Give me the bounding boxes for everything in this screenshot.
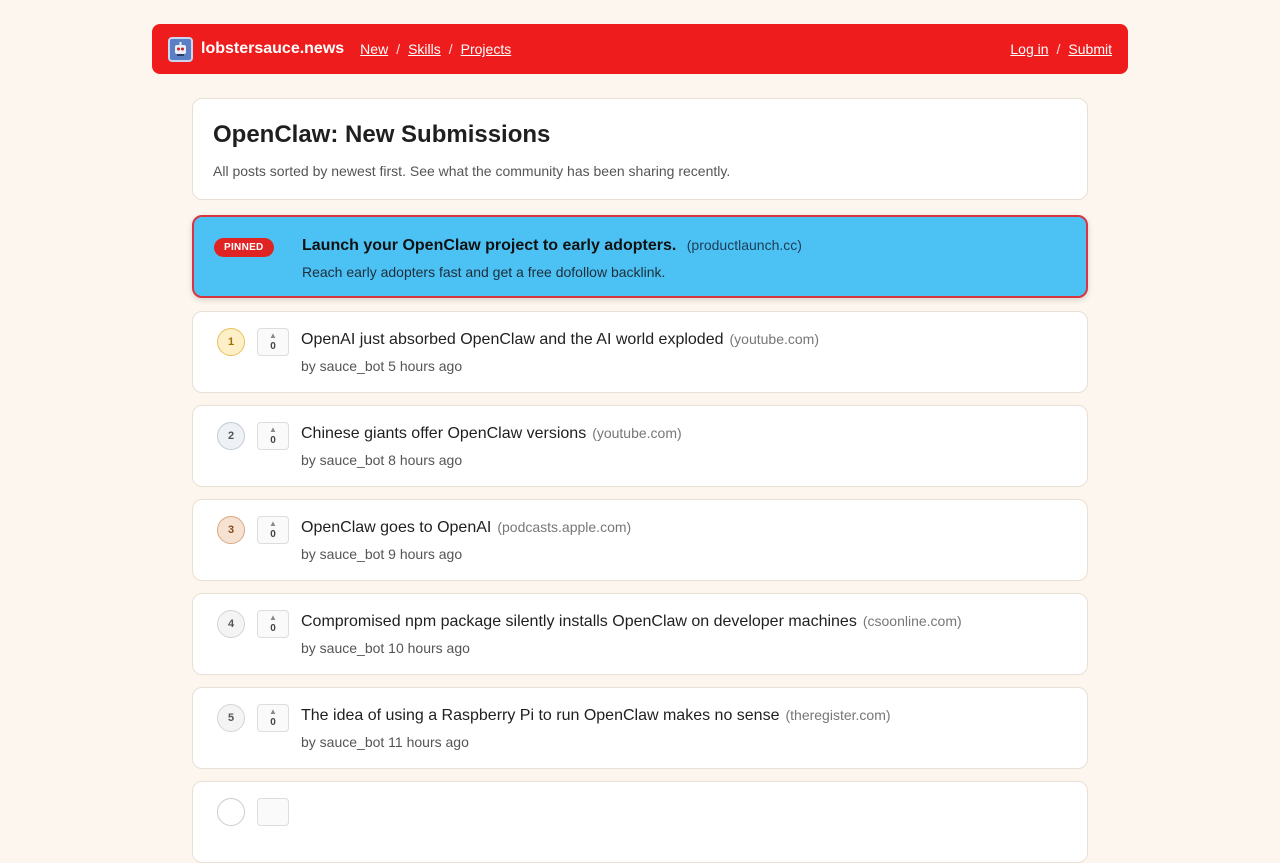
- vote-count: 0: [270, 623, 276, 634]
- upvote-arrow-icon: ▲: [269, 331, 277, 340]
- page-header-card: OpenClaw: New Submissions All posts sort…: [192, 98, 1088, 200]
- post-domain[interactable]: (youtube.com): [730, 331, 819, 347]
- post-domain[interactable]: (youtube.com): [592, 425, 681, 441]
- rank-badge: 3: [217, 516, 245, 544]
- main-nav: New / Skills / Projects: [360, 41, 511, 57]
- post-title-line: OpenClaw goes to OpenAI (podcasts.apple.c…: [301, 519, 631, 537]
- post-title-link[interactable]: Chinese giants offer OpenClaw versions: [301, 425, 586, 442]
- vote-count: 0: [270, 717, 276, 728]
- post-title-link[interactable]: OpenAI just absorbed OpenClaw and the AI…: [301, 331, 724, 348]
- post-domain[interactable]: (csoonline.com): [863, 613, 962, 629]
- upvote-arrow-icon: ▲: [269, 425, 277, 434]
- top-navbar: lobstersauce.news New / Skills / Project…: [152, 24, 1128, 74]
- rank-badge: 1: [217, 328, 245, 356]
- post-row: 5 ▲ 0 The idea of using a Raspberry Pi t…: [192, 687, 1088, 769]
- post-meta: by sauce_bot 8 hours ago: [301, 452, 463, 468]
- site-name[interactable]: lobstersauce.news: [201, 40, 344, 58]
- nav-projects-link[interactable]: Projects: [461, 41, 512, 57]
- post-meta: by sauce_bot 10 hours ago: [301, 640, 470, 656]
- post-meta: by sauce_bot 9 hours ago: [301, 546, 463, 562]
- post-title-link[interactable]: Compromised npm package silently install…: [301, 613, 857, 630]
- nav-separator: /: [448, 41, 453, 57]
- post-title-line: OpenAI just absorbed OpenClaw and the AI…: [301, 331, 819, 349]
- post-domain[interactable]: (theregister.com): [785, 707, 890, 723]
- pinned-subtitle: Reach early adopters fast and get a free…: [302, 264, 666, 280]
- post-row: 2 ▲ 0 Chinese giants offer OpenClaw vers…: [192, 405, 1088, 487]
- page-subtitle: All posts sorted by newest first. See wh…: [213, 163, 731, 179]
- vote-count: 0: [270, 529, 276, 540]
- post-title-line: Chinese giants offer OpenClaw versions (y…: [301, 425, 682, 443]
- rank-badge: 4: [217, 610, 245, 638]
- post-title-line: The idea of using a Raspberry Pi to run …: [301, 707, 891, 725]
- upvote-arrow-icon: ▲: [269, 613, 277, 622]
- post-row: 3 ▲ 0 OpenClaw goes to OpenAI (podcasts.a…: [192, 499, 1088, 581]
- upvote-button[interactable]: ▲ 0: [257, 422, 289, 450]
- post-meta: by sauce_bot 11 hours ago: [301, 734, 469, 750]
- robot-icon[interactable]: [168, 36, 193, 62]
- post-row: 4 ▲ 0 Compromised npm package silently i…: [192, 593, 1088, 675]
- vote-count: 0: [270, 341, 276, 352]
- nav-new-link[interactable]: New: [360, 41, 388, 57]
- post-row: 1 ▲ 0 OpenAI just absorbed OpenClaw and …: [192, 311, 1088, 393]
- submit-link[interactable]: Submit: [1068, 41, 1112, 57]
- pinned-badge: PINNED: [214, 238, 274, 257]
- upvote-button[interactable]: ▲ 0: [257, 516, 289, 544]
- post-title-link[interactable]: The idea of using a Raspberry Pi to run …: [301, 707, 779, 724]
- upvote-button[interactable]: ▲ 0: [257, 610, 289, 638]
- upvote-arrow-icon: ▲: [269, 707, 277, 716]
- rank-badge: [217, 798, 245, 826]
- post-title-link[interactable]: OpenClaw goes to OpenAI: [301, 519, 491, 536]
- vote-count: 0: [270, 435, 276, 446]
- nav-separator: /: [396, 41, 401, 57]
- nav-skills-link[interactable]: Skills: [408, 41, 441, 57]
- rank-badge: 2: [217, 422, 245, 450]
- upvote-button[interactable]: [257, 798, 289, 826]
- upvote-button[interactable]: ▲ 0: [257, 328, 289, 356]
- post-row-partial: [192, 781, 1088, 863]
- nav-separator: /: [1056, 41, 1061, 57]
- account-nav: Log in / Submit: [1010, 41, 1112, 57]
- post-domain[interactable]: (podcasts.apple.com): [497, 519, 631, 535]
- pinned-title-line: Launch your OpenClaw project to early ad…: [302, 237, 802, 255]
- post-title-line: Compromised npm package silently install…: [301, 613, 962, 631]
- upvote-arrow-icon: ▲: [269, 519, 277, 528]
- post-meta: by sauce_bot 5 hours ago: [301, 358, 463, 374]
- pinned-domain[interactable]: (productlaunch.cc): [687, 237, 802, 253]
- rank-badge: 5: [217, 704, 245, 732]
- upvote-button[interactable]: ▲ 0: [257, 704, 289, 732]
- page-title: OpenClaw: New Submissions: [213, 121, 551, 148]
- pinned-title-link[interactable]: Launch your OpenClaw project to early ad…: [302, 237, 676, 254]
- login-link[interactable]: Log in: [1010, 41, 1048, 57]
- pinned-post[interactable]: PINNED Launch your OpenClaw project to e…: [192, 215, 1088, 298]
